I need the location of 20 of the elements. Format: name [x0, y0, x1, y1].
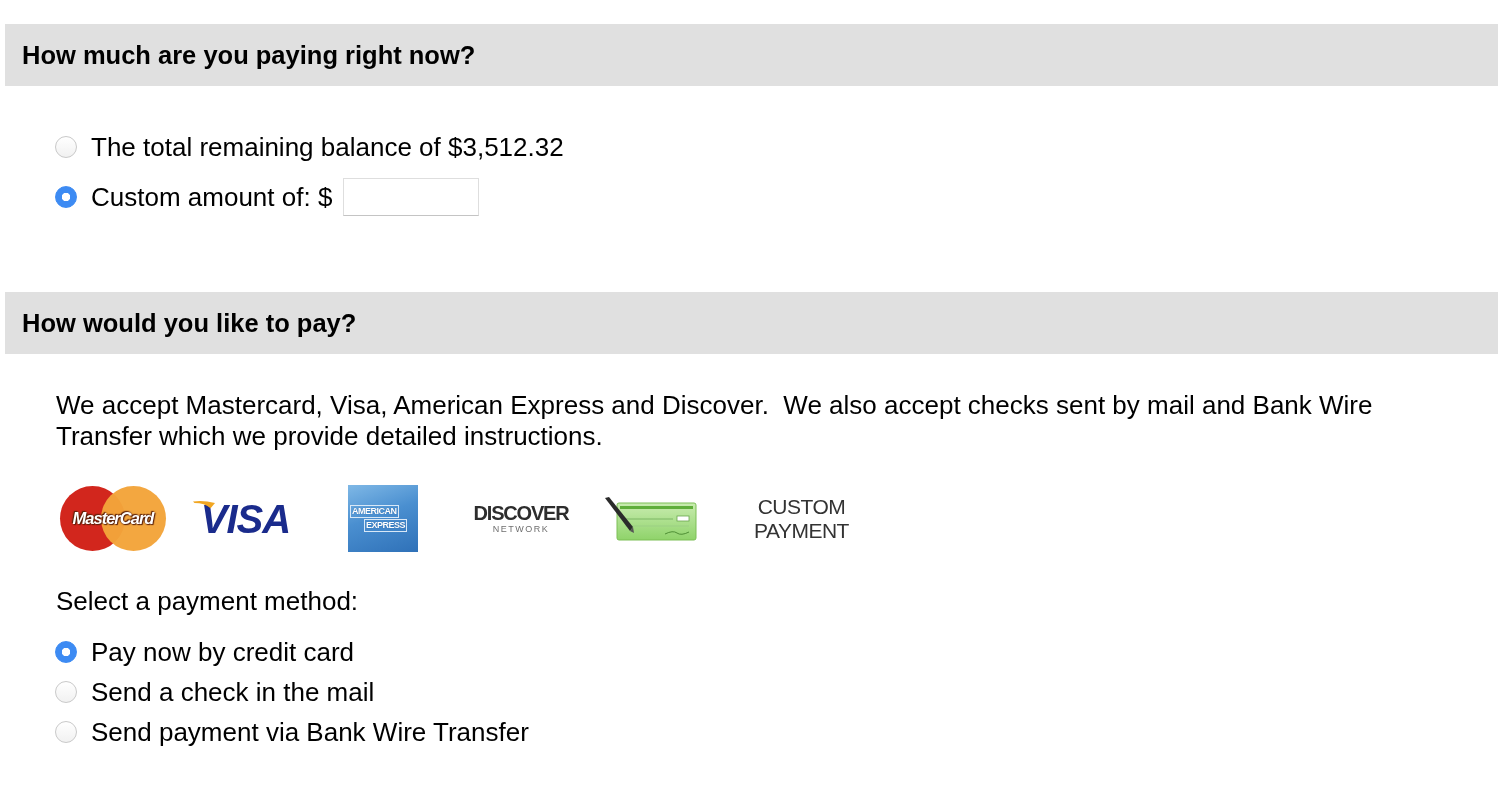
bank-check-pen-icon [603, 496, 697, 541]
option-label[interactable]: The total remaining balance of $3,512.32 [91, 131, 564, 163]
intro-paragraph: We accept Mastercard, Visa, American Express and Discover. We also accept checks sent by mail and Bank Wire Transfer which we provide detailed instructions. [56, 390, 1374, 452]
option-label[interactable]: Send a check in the mail [91, 676, 375, 708]
discover-network-logo: DISCOVER NETWORK [472, 503, 570, 534]
payment-method-prompt: Select a payment method: [56, 586, 359, 617]
option-label[interactable]: Custom amount of: $ [91, 181, 333, 213]
radio-button[interactable] [55, 721, 77, 743]
amount-input-field[interactable] [343, 178, 480, 216]
visa-logo: VISA [193, 498, 298, 539]
custom-payment-logo: CUSTOM PAYMENT [753, 494, 850, 543]
radio-button[interactable] [55, 681, 77, 703]
american-express-logo: AMERICAN EXPRESS [348, 485, 418, 552]
radio-button[interactable] [55, 186, 77, 208]
radio-button[interactable] [55, 641, 77, 663]
option-label[interactable]: Pay now by credit card [91, 636, 354, 668]
option-label[interactable]: Send payment via Bank Wire Transfer [91, 716, 529, 748]
section-heading: How much are you paying right now? [22, 40, 476, 70]
section-heading: How would you like to pay? [22, 308, 357, 338]
radio-button[interactable] [55, 136, 77, 158]
